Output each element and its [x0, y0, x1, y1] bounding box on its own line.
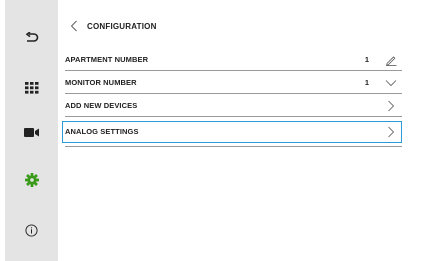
row-value: 1	[364, 55, 369, 64]
pencil-icon[interactable]	[384, 53, 398, 67]
sidebar	[5, 0, 58, 261]
row-value: 1	[364, 78, 369, 87]
back-arrow-icon[interactable]	[5, 26, 58, 50]
row-label: APARTMENT NUMBER	[65, 55, 149, 64]
divider	[65, 146, 402, 147]
chevron-left-icon[interactable]	[70, 20, 78, 32]
row-label: ADD NEW DEVICES	[65, 101, 138, 110]
row-label: ANALOG SETTINGS	[65, 127, 139, 136]
chevron-right-icon[interactable]	[384, 125, 398, 139]
camera-icon[interactable]	[5, 120, 58, 144]
add-new-devices-row[interactable]: ADD NEW DEVICES	[65, 95, 402, 117]
page-title: CONFIGURATION	[87, 21, 157, 31]
apartment-number-row[interactable]: APARTMENT NUMBER 1	[65, 49, 402, 71]
keypad-grid-icon[interactable]	[5, 76, 58, 100]
gear-icon[interactable]	[5, 168, 58, 192]
configuration-panel: CONFIGURATION APARTMENT NUMBER 1 MONITOR…	[58, 0, 440, 261]
analog-settings-row[interactable]: ANALOG SETTINGS	[62, 121, 402, 143]
info-icon[interactable]	[5, 218, 58, 242]
chevron-down-icon[interactable]	[384, 76, 398, 90]
row-label: MONITOR NUMBER	[65, 78, 137, 87]
chevron-right-icon[interactable]	[384, 99, 398, 113]
monitor-number-row[interactable]: MONITOR NUMBER 1	[65, 72, 402, 94]
header: CONFIGURATION	[70, 18, 157, 34]
